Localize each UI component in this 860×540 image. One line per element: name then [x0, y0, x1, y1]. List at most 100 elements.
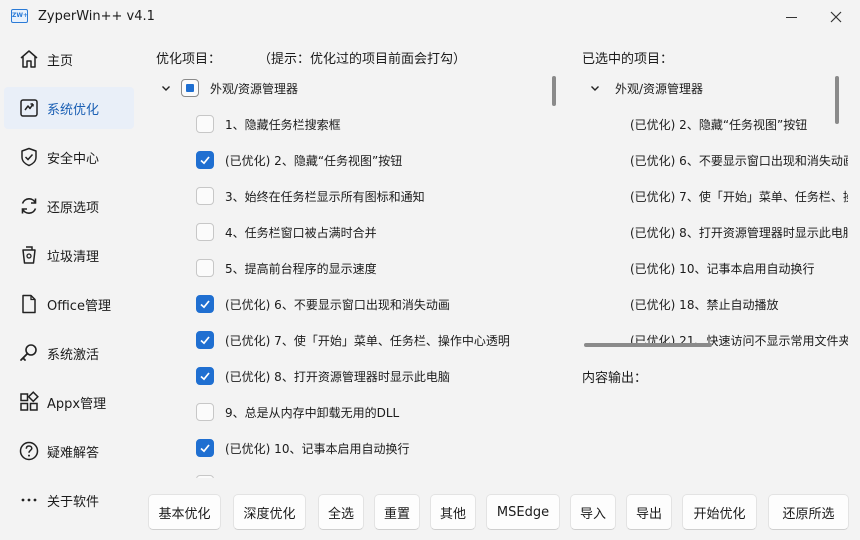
item-checkbox[interactable] [196, 439, 214, 457]
system-optimize-icon [17, 96, 41, 120]
item-label: 4、任务栏窗口被占满时合并 [225, 226, 377, 240]
right-vertical-scrollbar[interactable] [835, 76, 839, 124]
item-checkbox[interactable] [196, 403, 214, 421]
other-button[interactable]: 其他 [430, 494, 476, 530]
chevron-down-icon[interactable] [160, 82, 172, 94]
sidebar-item-label: 还原选项 [47, 200, 100, 216]
selected-item[interactable]: (已优化) 2、隐藏“任务视图”按钮 [578, 106, 848, 142]
export-button[interactable]: 导出 [626, 494, 672, 530]
tree-item[interactable]: 9、总是从内存中卸载无用的DLL [150, 394, 550, 430]
tree-item[interactable]: (已优化) 8、打开资源管理器时显示此电脑 [150, 358, 550, 394]
item-label: (已优化) 7、使「开始」菜单、任务栏、操作中心透明 [630, 190, 848, 204]
item-checkbox[interactable] [196, 151, 214, 169]
sidebar-item-label: 垃圾清理 [47, 249, 100, 265]
tree-item[interactable] [150, 466, 550, 478]
tree-item[interactable]: 4、任务栏窗口被占满时合并 [150, 214, 550, 250]
sidebar-item-label: Office管理 [47, 298, 111, 314]
home-icon [17, 47, 41, 71]
window-title: ZyperWin++ v4.1 [38, 9, 155, 24]
sidebar-item-label: 疑难解答 [47, 445, 100, 461]
sidebar-item-cleanup[interactable]: 垃圾清理 [4, 234, 134, 276]
tree-item[interactable]: (已优化) 2、隐藏“任务视图”按钮 [150, 142, 550, 178]
item-checkbox[interactable] [196, 187, 214, 205]
tree-group-appearance[interactable]: 外观/资源管理器 [578, 70, 848, 106]
close-icon [830, 11, 842, 23]
check-icon [200, 372, 210, 381]
tree-item[interactable]: (已优化) 6、不要显示窗口出现和消失动画 [150, 286, 550, 322]
sidebar-item-security[interactable]: 安全中心 [4, 136, 134, 178]
close-button[interactable] [813, 0, 859, 34]
item-checkbox[interactable] [196, 223, 214, 241]
sidebar-item-activation[interactable]: 系统激活 [4, 332, 134, 374]
check-icon [200, 444, 210, 453]
item-label: 5、提高前台程序的显示速度 [225, 262, 377, 276]
apps-icon [17, 390, 41, 414]
sidebar-item-home[interactable]: 主页 [4, 38, 134, 80]
sidebar-item-office[interactable]: Office管理 [4, 283, 134, 325]
group-checkbox[interactable] [181, 79, 199, 97]
minimize-button[interactable] [768, 0, 814, 34]
import-button[interactable]: 导入 [570, 494, 616, 530]
title-bar: ZW+ ZyperWin++ v4.1 [0, 0, 860, 36]
tree-item[interactable]: 5、提高前台程序的显示速度 [150, 250, 550, 286]
restore-selected-button[interactable]: 还原所选 [768, 494, 849, 530]
sidebar-item-label: 关于软件 [47, 494, 100, 510]
selected-item[interactable]: (已优化) 21、快速访问不显示常用文件夹 [578, 322, 848, 352]
check-icon [200, 336, 210, 345]
chevron-down-icon[interactable] [589, 82, 601, 94]
item-checkbox[interactable] [196, 295, 214, 313]
sidebar-item-label: Appx管理 [47, 396, 107, 412]
output-label: 内容输出： [582, 371, 648, 386]
selected-item[interactable]: (已优化) 18、禁止自动播放 [578, 286, 848, 322]
sidebar-item-system-optimize[interactable]: 系统优化 [4, 87, 134, 129]
tree-group-appearance[interactable]: 外观/资源管理器 [150, 70, 550, 106]
sidebar-item-label: 安全中心 [47, 151, 100, 167]
item-checkbox[interactable] [196, 259, 214, 277]
item-label: (已优化) 18、禁止自动播放 [630, 298, 779, 312]
minimize-icon [785, 16, 797, 18]
reset-button[interactable]: 重置 [374, 494, 420, 530]
sidebar-item-label: 系统优化 [47, 102, 100, 118]
tree-item[interactable]: 1、隐藏任务栏搜索框 [150, 106, 550, 142]
refresh-icon [17, 194, 41, 218]
item-checkbox[interactable] [196, 115, 214, 133]
selected-item[interactable]: (已优化) 8、打开资源管理器时显示此电脑 [578, 214, 848, 250]
tree-item[interactable]: 3、始终在任务栏显示所有图标和通知 [150, 178, 550, 214]
more-icon [17, 488, 41, 512]
basic-optimize-button[interactable]: 基本优化 [148, 494, 221, 530]
hint-text: （提示：优化过的项目前面会打勾） [258, 52, 467, 67]
item-label: 9、总是从内存中卸载无用的DLL [225, 406, 400, 420]
selected-item[interactable]: (已优化) 7、使「开始」菜单、任务栏、操作中心透明 [578, 178, 848, 214]
right-panel-header: 已选中的项目： [582, 52, 674, 67]
start-optimize-button[interactable]: 开始优化 [682, 494, 757, 530]
left-vertical-scrollbar[interactable] [552, 76, 556, 106]
tree-item[interactable]: (已优化) 7、使「开始」菜单、任务栏、操作中心透明 [150, 322, 550, 358]
select-all-button[interactable]: 全选 [318, 494, 364, 530]
item-label: (已优化) 6、不要显示窗口出现和消失动画 [630, 154, 848, 168]
key-icon [17, 341, 41, 365]
deep-optimize-button[interactable]: 深度优化 [233, 494, 306, 530]
left-panel-header: 优化项目： [156, 52, 222, 67]
right-horizontal-scrollbar[interactable] [584, 343, 712, 347]
group-label: 外观/资源管理器 [210, 82, 299, 96]
selected-item[interactable]: (已优化) 6、不要显示窗口出现和消失动画 [578, 142, 848, 178]
optimization-tree[interactable]: 外观/资源管理器 1、隐藏任务栏搜索框 (已优化) 2、隐藏“任务视图”按钮 3… [150, 70, 562, 478]
msedge-button[interactable]: MSEdge [486, 494, 560, 530]
item-checkbox[interactable] [196, 331, 214, 349]
item-label: (已优化) 2、隐藏“任务视图”按钮 [630, 118, 808, 132]
sidebar-nav: 主页 系统优化 安全中心 还原选项 垃圾清理 Office管理 系统激活 App… [0, 36, 140, 540]
selected-items-tree[interactable]: 外观/资源管理器 (已优化) 2、隐藏“任务视图”按钮 (已优化) 6、不要显示… [578, 70, 848, 352]
app-icon: ZW+ [11, 9, 28, 23]
sidebar-item-label: 主页 [47, 53, 74, 69]
item-label: (已优化) 10、记事本启用自动换行 [630, 262, 815, 276]
item-checkbox[interactable] [196, 475, 214, 478]
sidebar-item-appx[interactable]: Appx管理 [4, 381, 134, 423]
item-checkbox[interactable] [196, 367, 214, 385]
selected-item[interactable]: (已优化) 10、记事本启用自动换行 [578, 250, 848, 286]
tree-item[interactable]: (已优化) 10、记事本启用自动换行 [150, 430, 550, 466]
sidebar-item-restore[interactable]: 还原选项 [4, 185, 134, 227]
help-icon [17, 439, 41, 463]
item-label: (已优化) 7、使「开始」菜单、任务栏、操作中心透明 [225, 334, 510, 348]
sidebar-item-about[interactable]: 关于软件 [4, 479, 134, 521]
sidebar-item-troubleshoot[interactable]: 疑难解答 [4, 430, 134, 472]
